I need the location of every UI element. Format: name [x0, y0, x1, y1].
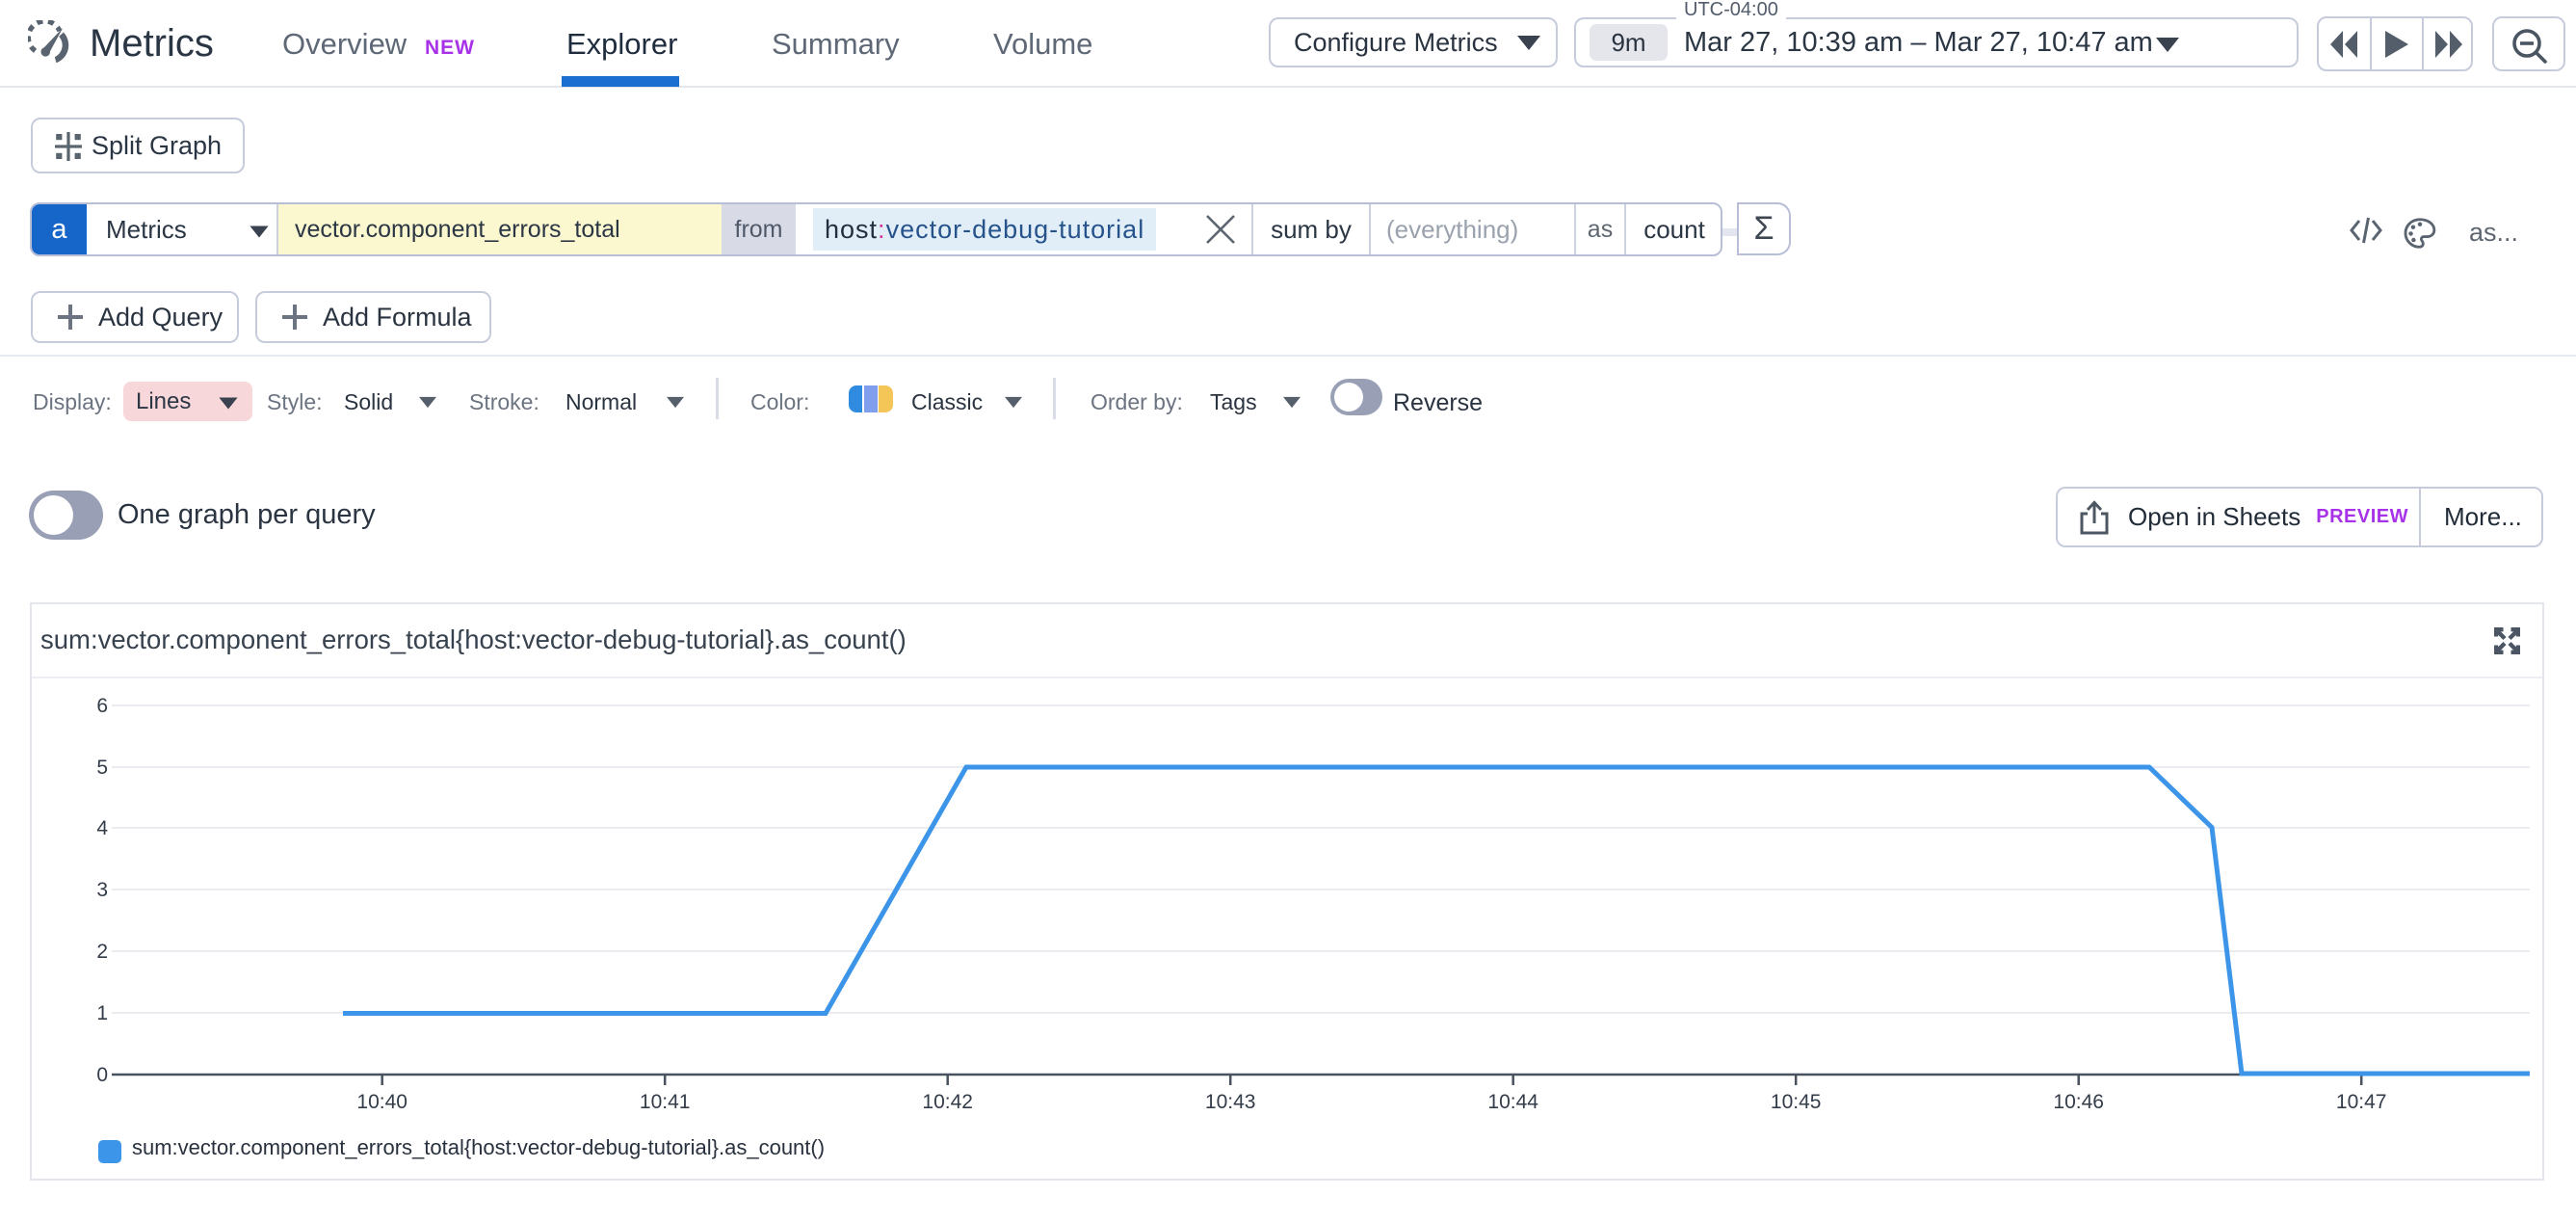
- svg-text:10:44: 10:44: [1487, 1091, 1538, 1113]
- svg-text:10:46: 10:46: [2053, 1091, 2104, 1113]
- svg-text:1: 1: [96, 1002, 108, 1024]
- svg-text:6: 6: [96, 695, 108, 717]
- svg-text:10:41: 10:41: [640, 1091, 691, 1113]
- svg-text:10:43: 10:43: [1205, 1091, 1256, 1113]
- svg-text:10:45: 10:45: [1771, 1091, 1822, 1113]
- svg-text:10:47: 10:47: [2336, 1091, 2387, 1113]
- svg-text:4: 4: [96, 817, 108, 839]
- svg-text:3: 3: [96, 879, 108, 901]
- svg-text:2: 2: [96, 941, 108, 963]
- svg-text:5: 5: [96, 757, 108, 779]
- svg-text:10:40: 10:40: [356, 1091, 407, 1113]
- svg-text:10:42: 10:42: [922, 1091, 973, 1113]
- svg-text:0: 0: [96, 1064, 108, 1086]
